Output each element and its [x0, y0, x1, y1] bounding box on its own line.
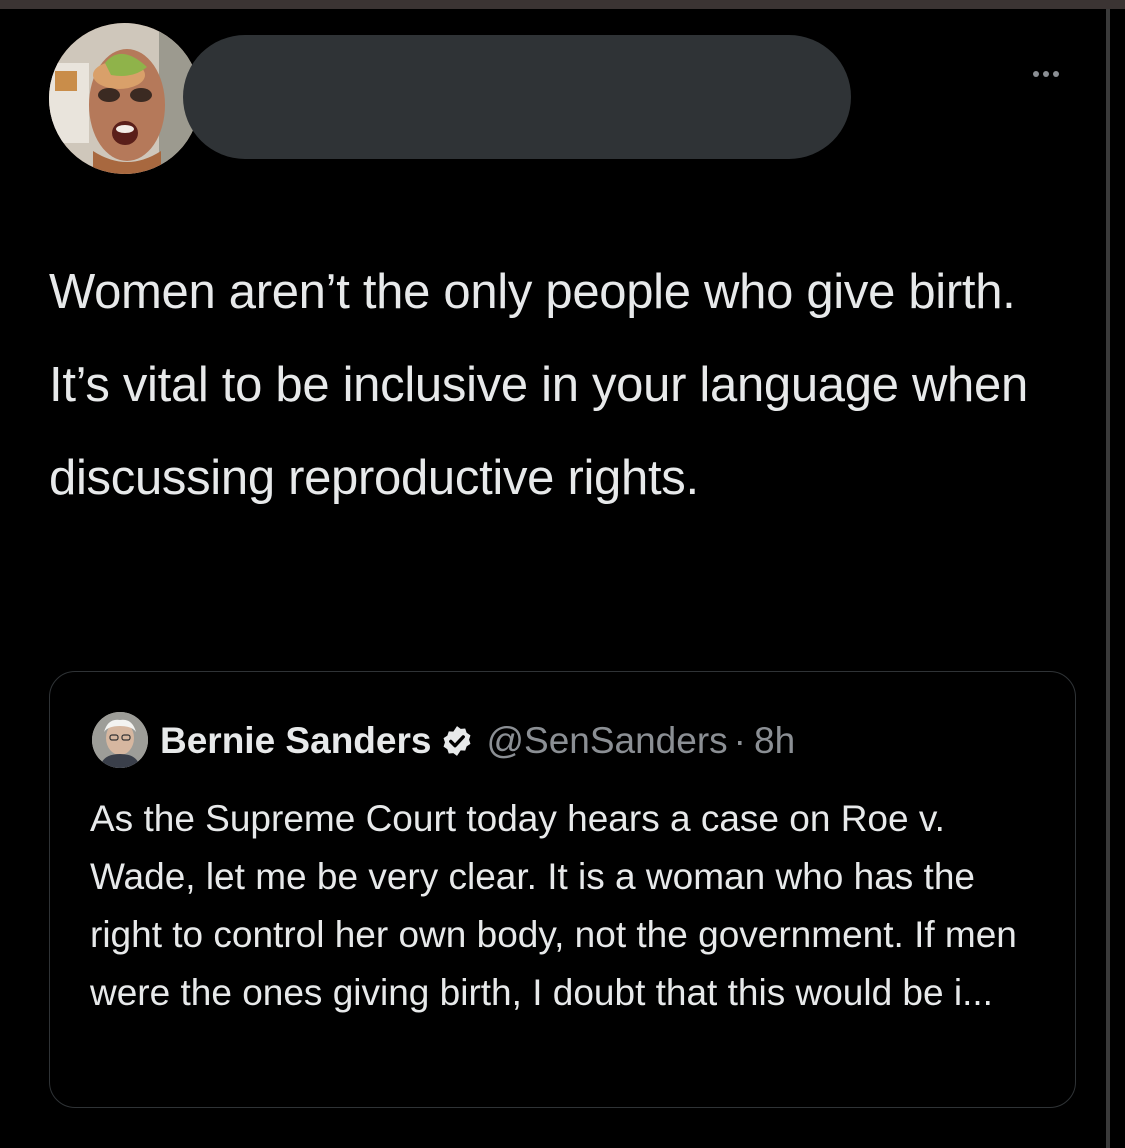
redacted-author-name [183, 35, 851, 159]
tweet-text: Women aren’t the only people who give bi… [49, 265, 1028, 505]
separator-dot: · [733, 720, 746, 761]
quoted-tweet-header: Bernie Sanders @SenSanders · 8h [160, 716, 795, 766]
quoted-author-avatar[interactable] [92, 712, 148, 768]
verified-badge-icon [443, 726, 471, 756]
author-avatar-image [49, 23, 200, 174]
more-horizontal-icon [1031, 53, 1061, 84]
quoted-tweet-card[interactable]: Bernie Sanders @SenSanders · 8h As the S… [49, 671, 1076, 1108]
quoted-author-avatar-image [92, 712, 148, 768]
top-edge-strip [0, 0, 1125, 9]
quoted-author-handle[interactable]: @SenSanders [486, 720, 727, 762]
quoted-tweet-timestamp[interactable]: 8h [754, 720, 795, 762]
more-options-button[interactable] [1016, 50, 1076, 86]
scroll-indicator[interactable] [1106, 9, 1110, 1148]
quoted-tweet-text: As the Supreme Court today hears a case … [90, 798, 1017, 1013]
author-avatar[interactable] [49, 23, 200, 174]
quoted-author-name[interactable]: Bernie Sanders [160, 720, 431, 762]
